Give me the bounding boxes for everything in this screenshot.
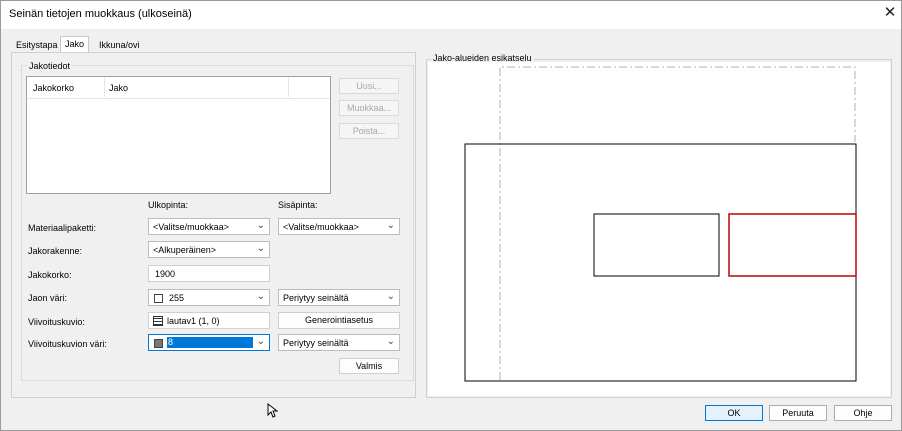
preview-region-selected <box>728 213 857 277</box>
viivoituskuvion-vari-outer-value: 8 <box>167 337 253 348</box>
jaon-vari-outer-value: 255 <box>169 293 185 303</box>
close-icon[interactable]: ✕ <box>879 3 901 25</box>
jaon-vari-label: Jaon väri: <box>28 293 68 303</box>
outer-surface-header: Ulkopinta: <box>148 200 189 210</box>
delete-button[interactable]: Poista... <box>339 123 399 139</box>
chevron-down-icon: ⌄ <box>386 291 395 302</box>
chevron-down-icon: ⌄ <box>256 220 265 231</box>
cancel-button[interactable]: Peruuta <box>769 405 827 421</box>
help-button[interactable]: Ohje <box>834 405 892 421</box>
column-separator <box>288 77 289 97</box>
hatch-pattern-icon <box>153 316 163 326</box>
jaon-vari-inner-select[interactable]: Periytyy seinältä ⌄ <box>278 289 400 306</box>
jakokorko-value: 1900 <box>155 269 176 279</box>
jako-list-header: Jakokorko Jako <box>27 77 330 99</box>
tab-esitystapa[interactable]: Esitystapa <box>16 38 58 53</box>
title-bar: Seinän tietojen muokkaus (ulkoseinä) ✕ <box>1 1 901 29</box>
viivoituskuvion-vari-label: Viivoituskuvion väri: <box>28 339 107 349</box>
viivoituskuvio-label: Viivoituskuvio: <box>28 317 85 327</box>
jakotiedot-group-label: Jakotiedot <box>27 61 73 71</box>
mouse-pointer-icon <box>267 403 279 418</box>
edit-button[interactable]: Muokkaa... <box>339 100 399 116</box>
tab-ikkuna-ovi[interactable]: Ikkuna/ovi <box>99 38 140 53</box>
generointiasetus-button[interactable]: Generointiasetus <box>278 312 400 329</box>
dialog-window: Seinän tietojen muokkaus (ulkoseinä) ✕ E… <box>0 0 902 431</box>
color-swatch-icon <box>154 294 163 303</box>
materiaalipaketti-outer-select[interactable]: <Valitse/muokkaa> ⌄ <box>148 218 270 235</box>
viivoituskuvion-vari-inner-select[interactable]: Periytyy seinältä ⌄ <box>278 334 400 351</box>
preview-region-left <box>593 213 720 277</box>
chevron-down-icon: ⌄ <box>256 291 265 302</box>
color-swatch-icon <box>154 339 163 348</box>
inner-surface-header: Sisäpinta: <box>278 200 318 210</box>
chevron-down-icon: ⌄ <box>386 220 395 231</box>
ok-button[interactable]: OK <box>705 405 763 421</box>
column-separator <box>104 77 105 97</box>
jaon-vari-outer-select[interactable]: 255 ⌄ <box>148 289 270 306</box>
new-button[interactable]: Uusi... <box>339 78 399 94</box>
preview-drawing <box>464 66 857 382</box>
jakorakenne-value: <Alkuperäinen> <box>153 245 217 255</box>
materiaalipaketti-label: Materiaalipaketti: <box>28 223 97 233</box>
viivoituskuvion-vari-outer-select[interactable]: 8 ⌄ <box>148 334 270 351</box>
preview-canvas <box>428 62 890 396</box>
jako-list[interactable]: Jakokorko Jako <box>26 76 331 194</box>
viivoituskuvio-value: lautav1 (1, 0) <box>167 316 220 326</box>
column-header-jako[interactable]: Jako <box>109 83 128 93</box>
chevron-down-icon: ⌄ <box>256 336 265 347</box>
done-button[interactable]: Valmis <box>339 358 399 374</box>
materiaalipaketti-outer-value: <Valitse/muokkaa> <box>153 222 229 232</box>
preview-dashed-outline <box>499 66 856 380</box>
materiaalipaketti-inner-select[interactable]: <Valitse/muokkaa> ⌄ <box>278 218 400 235</box>
jakokorko-label: Jakokorko: <box>28 270 72 280</box>
materiaalipaketti-inner-value: <Valitse/muokkaa> <box>283 222 359 232</box>
column-header-jakokorko[interactable]: Jakokorko <box>33 83 74 93</box>
preview-wall-outline <box>464 143 857 382</box>
chevron-down-icon: ⌄ <box>256 243 265 254</box>
jakorakenne-label: Jakorakenne: <box>28 246 83 256</box>
viivoituskuvio-picker[interactable]: lautav1 (1, 0) <box>148 312 270 329</box>
viivoituskuvion-vari-inner-value: Periytyy seinältä <box>283 338 349 348</box>
jakokorko-input[interactable]: 1900 <box>148 265 270 282</box>
jaon-vari-inner-value: Periytyy seinältä <box>283 293 349 303</box>
window-title: Seinän tietojen muokkaus (ulkoseinä) <box>9 8 192 20</box>
jakorakenne-select[interactable]: <Alkuperäinen> ⌄ <box>148 241 270 258</box>
chevron-down-icon: ⌄ <box>386 336 395 347</box>
